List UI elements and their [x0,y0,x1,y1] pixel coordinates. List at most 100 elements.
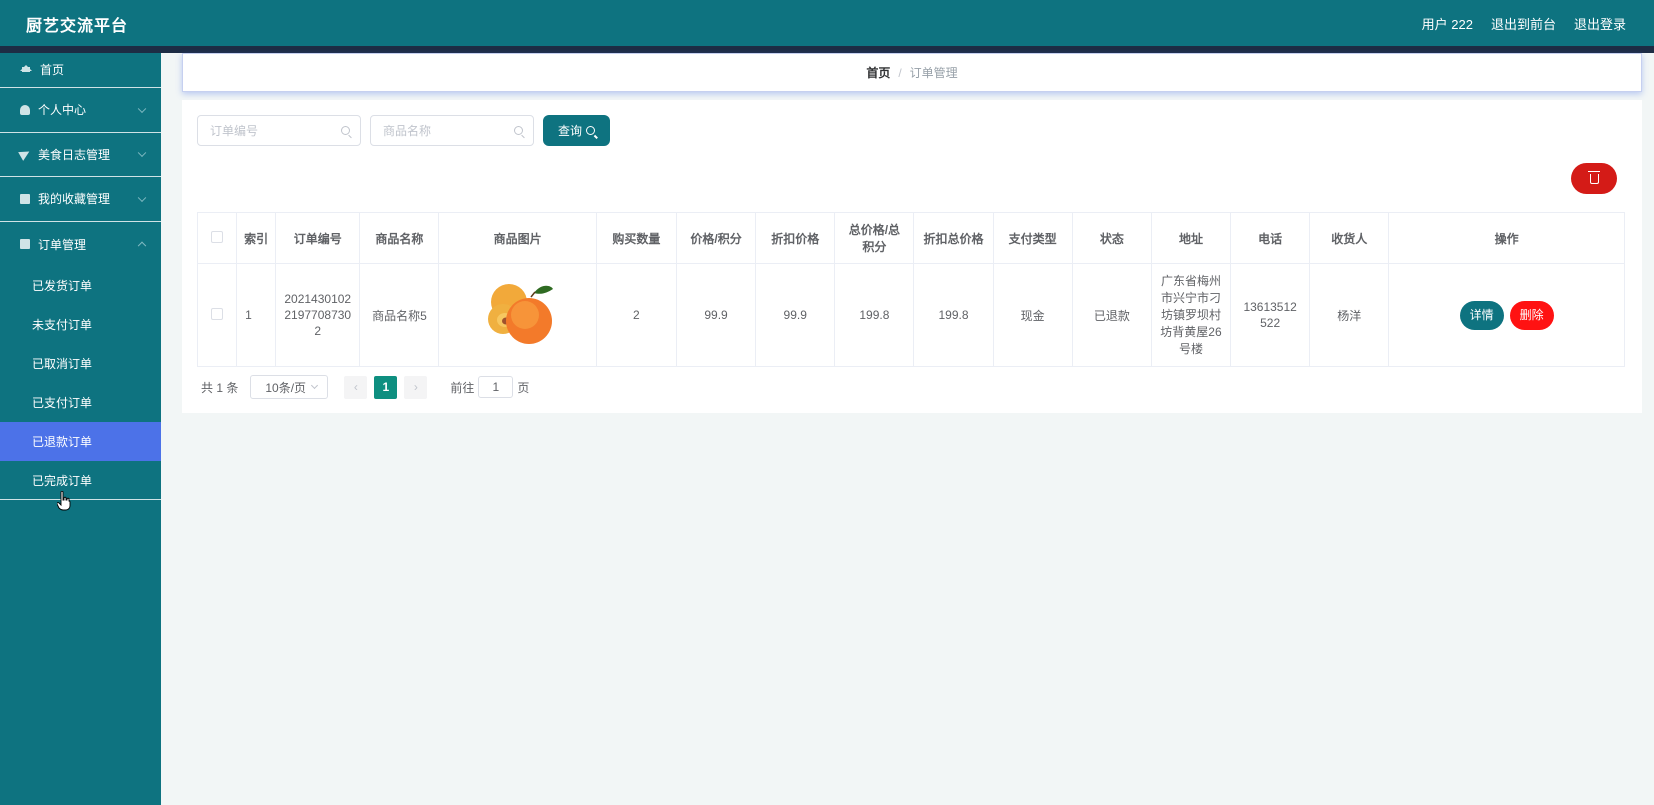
cell-product-name: 商品名称5 [359,263,440,367]
sidebar-item-label: 个人中心 [38,103,87,118]
select-all-checkbox[interactable] [211,230,224,243]
column-header: 支付类型 [992,212,1073,264]
sidebar-sub-item-refunded[interactable]: 已退款订单 [0,422,161,462]
goto-label: 前往 [450,380,475,395]
cell-total: 199.8 [834,263,915,367]
sidebar-item-favorites[interactable]: 我的收藏管理 [0,177,161,222]
column-header: 订单编号 [275,212,361,264]
cell-address: 广东省梅州市兴宁市刁坊镇罗坝村坊背黄屋26号楼 [1150,263,1232,367]
select-all-cell [196,212,238,264]
product-name-search [370,115,534,146]
cell-receiver: 杨洋 [1309,263,1390,367]
column-header: 商品图片 [438,212,597,264]
page-number[interactable]: 1 [374,375,398,399]
product-name-input[interactable] [383,116,513,145]
column-header: 操作 [1388,212,1625,264]
order-number-search [197,115,361,146]
order-number-input[interactable] [210,116,340,145]
sidebar-sub-item-completed[interactable]: 已完成订单 [0,461,161,501]
cell-status: 已退款 [1071,263,1152,367]
sidebar-item-home[interactable]: 首页 [0,53,161,88]
row-select-cell [196,263,238,367]
column-header: 折扣价格 [755,212,836,264]
sidebar: 首页 个人中心 美食日志管理 我的收藏管理 订单管理 已发货订单 未支付订单 已… [0,53,161,805]
breadcrumb-separator: / [898,65,902,80]
cell-discount-total: 199.8 [913,263,994,367]
box-icon [20,193,30,204]
cell-price: 99.9 [675,263,757,367]
breadcrumb-home[interactable]: 首页 [866,64,890,81]
prev-page-button[interactable]: ‹ [344,375,368,399]
current-user[interactable]: 用户 222 [1422,14,1473,33]
address-text: 广东省梅州市兴宁市刁坊镇罗坝村坊背黄屋26号楼 [1160,273,1222,356]
cell-quantity: 2 [595,263,677,367]
top-header: 厨艺交流平台 用户 222 退出到前台 退出登录 [0,0,1654,46]
search-icon [586,126,595,135]
sidebar-sub-item-paid[interactable]: 已支付订单 [0,383,161,422]
trash-icon [1587,170,1600,184]
order-number-text: 202143010221977087302 [284,292,352,338]
page-size-value: 10条/页 [265,380,307,395]
header-divider [0,46,1654,53]
home-icon [20,61,32,72]
logout-link[interactable]: 退出登录 [1574,14,1626,33]
next-page-button[interactable]: › [404,375,428,399]
sidebar-sub-item-shipped[interactable]: 已发货订单 [0,266,161,305]
sidebar-item-label: 美食日志管理 [38,147,111,162]
main-panel: 查询 索引 订单编号 商品名称 商品图片 购买数量 价格/积分 折扣价格 总价格… [182,100,1642,413]
chevron-down-icon [137,148,147,158]
cell-order-number: 202143010221977087302 [275,263,361,367]
batch-delete-button[interactable] [1571,163,1617,194]
row-checkbox[interactable] [211,307,224,320]
page-unit-label: 页 [517,380,530,395]
sidebar-item-food-log[interactable]: 美食日志管理 [0,133,161,178]
sidebar-item-label: 订单管理 [38,237,87,252]
column-header: 商品名称 [359,212,440,264]
breadcrumb: 首页 / 订单管理 [182,53,1642,92]
hand-cursor-icon [57,491,71,511]
query-button-label: 查询 [557,124,582,138]
delete-button[interactable]: 删除 [1509,300,1554,330]
cell-index: 1 [236,263,277,367]
column-header: 总价格/总积分 [834,212,915,264]
cell-phone: 13613512522 [1230,263,1311,367]
detail-button[interactable]: 详情 [1459,300,1504,330]
column-header: 索引 [236,212,277,264]
page-size-select[interactable]: 10条/页 [250,375,329,399]
exit-to-front-link[interactable]: 退出到前台 [1491,14,1556,33]
chevron-down-icon [137,104,147,113]
goto-page-input[interactable] [478,376,514,398]
user-icon [20,104,30,115]
chevron-down-icon [137,193,147,203]
column-header: 折扣总价格 [913,212,994,264]
sidebar-sub-item-unpaid[interactable]: 未支付订单 [0,305,161,344]
query-button[interactable]: 查询 [543,115,610,146]
send-icon [18,147,32,162]
box-icon [20,239,30,250]
column-header: 状态 [1071,212,1152,264]
sidebar-item-label: 首页 [40,63,65,77]
column-header: 购买数量 [595,212,677,264]
phone-text: 13613512522 [1243,300,1297,330]
cell-product-image [438,263,597,367]
app-title: 厨艺交流平台 [26,18,129,35]
header-actions: 用户 222 退出到前台 退出登录 [1422,14,1626,33]
column-header: 收货人 [1309,212,1390,264]
sidebar-sub-item-cancelled[interactable]: 已取消订单 [0,344,161,383]
orders-table: 索引 订单编号 商品名称 商品图片 购买数量 价格/积分 折扣价格 总价格/总积… [196,212,1625,367]
search-icon [514,126,523,135]
cell-pay-type: 现金 [992,263,1073,367]
table-row: 1 202143010221977087302 商品名称5 2 99.9 99.… [196,263,1625,367]
breadcrumb-current: 订单管理 [909,66,958,80]
chevron-up-icon [137,241,147,251]
cell-discount-price: 99.9 [755,263,836,367]
cell-actions: 详情 删除 [1388,263,1625,367]
sidebar-item-orders[interactable]: 订单管理 [0,222,161,267]
product-image[interactable] [478,275,557,352]
table-header-row: 索引 订单编号 商品名称 商品图片 购买数量 价格/积分 折扣价格 总价格/总积… [196,212,1625,264]
total-count: 共 1 条 [201,380,239,395]
chevron-down-icon [311,381,319,390]
sidebar-item-label: 我的收藏管理 [38,192,111,207]
pagination: 共 1 条 10条/页 ‹ 1 › 前往 页 [201,375,529,399]
sidebar-item-personal-center[interactable]: 个人中心 [0,88,161,133]
